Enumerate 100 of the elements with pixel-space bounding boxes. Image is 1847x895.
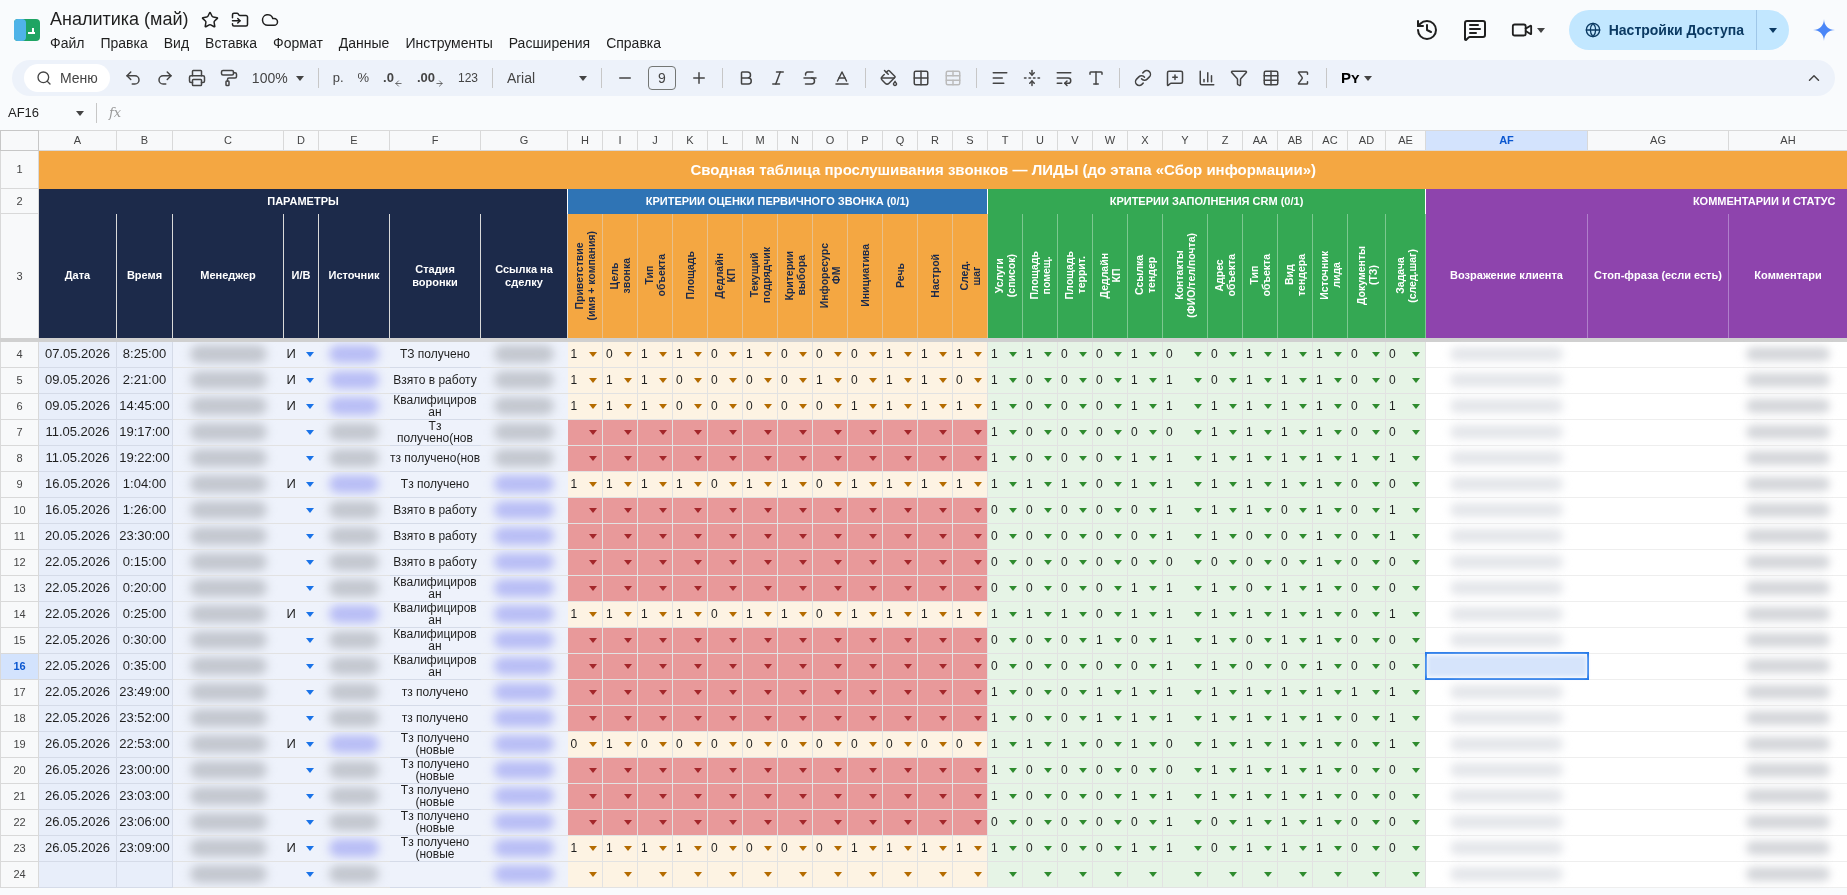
score-dropdown[interactable]: 0 [1023, 757, 1057, 783]
score-dropdown[interactable]: 0 [1208, 367, 1242, 393]
score-dropdown[interactable]: 1 [1313, 679, 1347, 705]
score-dropdown[interactable]: 1 [988, 419, 1022, 445]
score-dropdown[interactable]: 1 [673, 601, 707, 627]
score-dropdown[interactable]: 0 [1278, 549, 1312, 575]
score-dropdown[interactable]: 1 [953, 471, 987, 497]
score-dropdown[interactable]: 1 [1313, 471, 1347, 497]
score-dropdown[interactable]: 0 [778, 341, 812, 367]
score-dropdown[interactable]: 0 [1348, 653, 1385, 679]
score-dropdown[interactable]: 0 [1093, 575, 1127, 601]
score-dropdown[interactable]: 0 [1058, 653, 1092, 679]
increase-decimals-button[interactable]: .00 [416, 68, 444, 88]
score-dropdown[interactable]: 0 [603, 341, 637, 367]
score-dropdown[interactable]: 0 [1023, 523, 1057, 549]
score-dropdown[interactable]: 1 [603, 471, 637, 497]
score-dropdown[interactable]: 0 [778, 367, 812, 393]
menu-item[interactable]: Формат [273, 33, 323, 54]
strikethrough-icon[interactable] [801, 69, 819, 87]
row-header[interactable]: 23 [0, 835, 39, 861]
score-dropdown[interactable]: 0 [1163, 341, 1207, 367]
score-dropdown[interactable]: 1 [1163, 705, 1207, 731]
score-dropdown[interactable]: 1 [1093, 679, 1127, 705]
score-dropdown[interactable]: 0 [673, 393, 707, 419]
score-dropdown[interactable]: 0 [1023, 497, 1057, 523]
score-dropdown[interactable]: 1 [883, 471, 917, 497]
column-header[interactable]: L [707, 130, 743, 151]
score-dropdown[interactable]: 1 [1278, 705, 1312, 731]
score-dropdown[interactable]: 0 [1058, 679, 1092, 705]
score-dropdown[interactable]: 0 [1058, 783, 1092, 809]
score-dropdown[interactable]: 0 [1128, 757, 1162, 783]
score-dropdown[interactable]: 0 [708, 601, 742, 627]
score-dropdown[interactable]: 0 [1348, 705, 1385, 731]
score-dropdown[interactable]: 0 [1348, 341, 1385, 367]
score-dropdown[interactable]: 1 [638, 341, 672, 367]
fill-color-icon[interactable] [880, 69, 898, 87]
score-dropdown[interactable]: 0 [1386, 549, 1425, 575]
share-button[interactable]: Настройки Доступа [1568, 10, 1789, 50]
score-dropdown[interactable]: 1 [1278, 575, 1312, 601]
score-dropdown[interactable]: 0 [743, 835, 777, 861]
column-header[interactable]: Y [1162, 130, 1208, 151]
score-dropdown[interactable]: 0 [1093, 367, 1127, 393]
text-color-icon[interactable] [833, 69, 851, 87]
score-dropdown[interactable]: 1 [638, 393, 672, 419]
type-dropdown[interactable]: И [283, 393, 319, 419]
score-dropdown[interactable]: 1 [918, 341, 952, 367]
score-dropdown[interactable]: 0 [1058, 627, 1092, 653]
score-dropdown[interactable]: 1 [1278, 367, 1312, 393]
score-dropdown[interactable]: 1 [1386, 601, 1425, 627]
score-dropdown[interactable]: 1 [1093, 705, 1127, 731]
score-dropdown[interactable]: 0 [708, 393, 742, 419]
score-dropdown[interactable]: 1 [638, 471, 672, 497]
score-dropdown[interactable]: 0 [1093, 809, 1127, 835]
merge-cells-icon[interactable] [944, 69, 962, 87]
score-dropdown[interactable]: 1 [1243, 497, 1277, 523]
type-dropdown[interactable]: И [283, 341, 319, 367]
score-dropdown[interactable]: 1 [1243, 757, 1277, 783]
italic-icon[interactable] [769, 69, 787, 87]
score-dropdown[interactable]: 1 [848, 835, 882, 861]
score-dropdown[interactable]: 0 [1348, 809, 1385, 835]
score-dropdown[interactable]: 1 [1128, 575, 1162, 601]
row-header[interactable]: 1 [0, 150, 39, 189]
column-header[interactable]: R [917, 130, 953, 151]
currency-format-button[interactable]: р. [332, 68, 344, 88]
score-dropdown[interactable]: 0 [1023, 575, 1057, 601]
score-dropdown[interactable]: 0 [1208, 341, 1242, 367]
score-dropdown[interactable]: 0 [1386, 627, 1425, 653]
score-dropdown[interactable]: 1 [1208, 731, 1242, 757]
column-header[interactable]: W [1092, 130, 1128, 151]
score-dropdown[interactable]: 1 [1278, 731, 1312, 757]
score-dropdown[interactable]: 1 [1128, 705, 1162, 731]
score-dropdown[interactable]: 1 [1128, 835, 1162, 861]
row-header[interactable]: 3 [0, 213, 39, 340]
score-dropdown[interactable]: 1 [1243, 679, 1277, 705]
score-dropdown[interactable]: 0 [1058, 419, 1092, 445]
row-header[interactable]: 19 [0, 731, 39, 757]
column-header[interactable]: H [567, 130, 603, 151]
score-dropdown[interactable]: 0 [953, 367, 987, 393]
score-dropdown[interactable]: 1 [988, 393, 1022, 419]
column-header[interactable]: AF [1425, 130, 1588, 151]
python-button[interactable]: Pʏ [1341, 66, 1372, 90]
row-header[interactable]: 6 [0, 393, 39, 419]
score-dropdown[interactable]: 1 [673, 471, 707, 497]
score-dropdown[interactable]: 0 [988, 575, 1022, 601]
score-dropdown[interactable]: 1 [1023, 471, 1057, 497]
score-dropdown[interactable]: 1 [1208, 497, 1242, 523]
score-dropdown[interactable]: 0 [1163, 757, 1207, 783]
row-header[interactable]: 11 [0, 523, 39, 549]
type-dropdown[interactable]: И [283, 601, 319, 627]
column-header[interactable]: P [847, 130, 883, 151]
score-dropdown[interactable]: 1 [1163, 601, 1207, 627]
score-dropdown[interactable]: 0 [1243, 523, 1277, 549]
number-format-button[interactable]: 123 [458, 69, 478, 87]
score-dropdown[interactable]: 1 [988, 705, 1022, 731]
score-dropdown[interactable]: 0 [708, 341, 742, 367]
score-dropdown[interactable]: 0 [1023, 419, 1057, 445]
score-dropdown[interactable]: 1 [1243, 783, 1277, 809]
score-dropdown[interactable]: 0 [1093, 835, 1127, 861]
score-dropdown[interactable]: 0 [918, 731, 952, 757]
score-dropdown[interactable]: 1 [1386, 445, 1425, 471]
